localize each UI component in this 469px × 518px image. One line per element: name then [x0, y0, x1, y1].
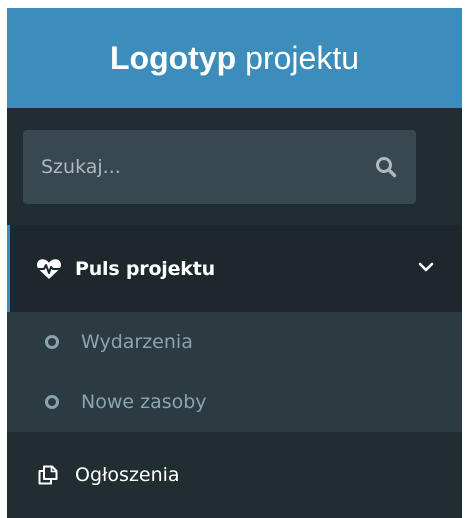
menu-item-ogloszenia[interactable]: Ogłoszenia: [7, 432, 462, 518]
submenu-item-wydarzenia[interactable]: Wydarzenia: [7, 312, 462, 372]
logo[interactable]: Logotyp projektu: [7, 8, 462, 108]
copy-icon: [38, 465, 60, 485]
submenu-puls-projektu: Wydarzenia Nowe zasoby: [7, 312, 462, 432]
submenu-item-nowe-zasoby[interactable]: Nowe zasoby: [7, 372, 462, 432]
submenu-item-label: Wydarzenia: [81, 331, 193, 353]
menu-item-puls-projektu[interactable]: Puls projektu: [7, 225, 462, 312]
submenu-item-label: Nowe zasoby: [81, 391, 207, 413]
search-form: [23, 129, 416, 205]
search-button[interactable]: [356, 130, 416, 204]
menu-item-puls-projektu-label: Puls projektu: [75, 257, 215, 280]
circle-outline-icon: [45, 335, 59, 349]
circle-outline-icon: [45, 395, 59, 409]
sidebar: Logotyp projektu Puls projektu: [7, 8, 462, 518]
heartbeat-icon: [36, 258, 64, 280]
logo-bold-text: Logotyp: [109, 39, 237, 76]
search-input[interactable]: [23, 129, 356, 205]
menu-item-ogloszenia-label: Ogłoszenia: [75, 464, 180, 486]
chevron-down-icon[interactable]: [418, 258, 434, 277]
search-icon: [376, 157, 397, 178]
logo-light-text: projektu: [245, 39, 360, 76]
